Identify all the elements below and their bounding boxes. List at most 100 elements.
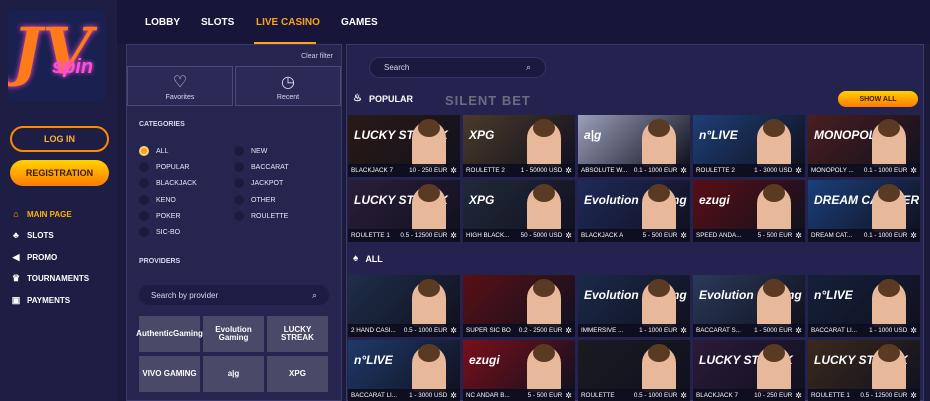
provider-xpg[interactable]: XPG — [267, 356, 328, 392]
category-label: BLACKJACK — [156, 179, 197, 187]
game-card[interactable]: LUCKY STREAK ROULETTE 1 0.5 - 12500 EUR ✲ — [348, 180, 460, 242]
radio-indicator — [234, 162, 244, 172]
game-card[interactable]: n°LIVE BACCARAT LI... 1 - 1000 USD ✲ — [808, 275, 920, 337]
game-card[interactable]: ROULETTE 0.5 - 1000 EUR ✲ — [578, 340, 690, 401]
game-info-bar: DREAM CAT... 0.1 - 1000 EUR ✲ — [808, 229, 920, 242]
dealer-image — [412, 119, 446, 167]
registration-button[interactable]: REGISTRATION — [10, 160, 109, 186]
category-keno[interactable]: KENO — [139, 194, 176, 206]
game-thumbnail: n°LIVE — [693, 115, 805, 167]
all-title: ALL — [365, 253, 383, 264]
game-search-input[interactable]: Search ⌕ — [369, 57, 546, 78]
clear-filter-link[interactable]: Clear filter — [301, 53, 333, 60]
provider-evolution-gaming[interactable]: Evolution Gaming — [203, 316, 264, 352]
provider-vivo-gaming[interactable]: VIVO GAMING — [139, 356, 200, 392]
game-card[interactable]: XPG ROULETTE 2 1 - 50000 USD ✲ — [463, 115, 575, 177]
category-jackpot[interactable]: JACKPOT — [234, 177, 283, 189]
provider-authenticgaming[interactable]: AuthenticGaming — [136, 316, 203, 352]
category-baccarat[interactable]: BACCARAT — [234, 161, 289, 173]
game-card[interactable]: ezugi SPEED ANDA... 5 - 500 EUR ✲ — [693, 180, 805, 242]
dealer-image — [872, 344, 906, 392]
login-button[interactable]: LOG IN — [10, 126, 109, 152]
game-card[interactable]: ezugi NC ANDAR B... 5 - 500 EUR ✲ — [463, 340, 575, 401]
chip-icon: ✲ — [680, 166, 687, 175]
game-thumbnail: Evolution Gaming — [578, 275, 690, 327]
bet-limit: 1 - 3000 USD — [409, 392, 448, 399]
game-card[interactable]: Evolution Gaming IMMERSIVE ... 1 - 1000 EU… — [578, 275, 690, 337]
game-info-bar: SUPER SIC BO 0.2 - 2500 EUR ✲ — [463, 324, 575, 337]
game-card[interactable]: LUCKY STREAK ROULETTE 1 0.5 - 12500 EUR ✲ — [808, 340, 920, 401]
game-name: 2 HAND CASI... — [351, 327, 396, 334]
site-logo[interactable]: JV spin — [8, 10, 106, 102]
game-info-bar: BLACKJACK A 5 - 500 EUR ✲ — [578, 229, 690, 242]
category-popular[interactable]: POPULAR — [139, 161, 189, 173]
radio-indicator — [139, 146, 149, 156]
dealer-image — [642, 344, 676, 392]
bet-limit: 50 - 5000 USD — [520, 232, 563, 239]
game-card[interactable]: 2 HAND CASI... 0.5 - 1000 EUR ✲ — [348, 275, 460, 337]
category-all[interactable]: ALL — [139, 145, 168, 157]
category-label: JACKPOT — [251, 179, 284, 187]
game-name: ROULETTE 2 — [466, 167, 505, 174]
game-card[interactable]: Evolution Gaming BACCARAT S... 1 - 5000 EU… — [693, 275, 805, 337]
bet-limit: 0.5 - 1000 EUR — [633, 392, 678, 399]
category-poker[interactable]: POKER — [139, 210, 181, 222]
chip-icon: ✲ — [450, 231, 457, 240]
provider-search-input[interactable]: Search by provider ⌕ — [139, 285, 329, 305]
game-name: BACCARAT S... — [696, 327, 741, 334]
tab-slots[interactable]: SLOTS — [201, 0, 234, 44]
game-card[interactable]: n°LIVE ROULETTE 2 1 - 3000 USD ✲ — [693, 115, 805, 177]
tab-lobby[interactable]: LOBBY — [145, 0, 180, 44]
bet-limit: 0.1 - 1000 EUR — [863, 232, 908, 239]
game-card[interactable]: LUCKY STREAK BLACKJACK 7 10 - 250 EUR ✲ — [693, 340, 805, 401]
game-card[interactable]: Evolution Gaming BLACKJACK A 5 - 500 EUR ✲ — [578, 180, 690, 242]
provider-ag[interactable]: a|g — [203, 356, 264, 392]
game-thumbnail: Evolution Gaming — [693, 275, 805, 327]
game-card[interactable]: MONOPOLY MONOPOLY ... 0.1 - 1000 EUR ✲ — [808, 115, 920, 177]
game-card[interactable]: XPG HIGH BLACK... 50 - 5000 USD ✲ — [463, 180, 575, 242]
sidebar-item-tournaments[interactable]: ♛ TOURNAMENTS — [10, 271, 89, 285]
game-card[interactable]: a|g ABSOLUTE W... 0.1 - 1000 EUR ✲ — [578, 115, 690, 177]
game-info-bar: IMMERSIVE ... 1 - 1000 EUR ✲ — [578, 324, 690, 337]
tab-live-casino[interactable]: LIVE CASINO — [256, 0, 320, 44]
game-info-bar: ABSOLUTE W... 0.1 - 1000 EUR ✲ — [578, 164, 690, 177]
category-sic-bo[interactable]: SIC-BO — [139, 226, 180, 238]
game-name: SUPER SIC BO — [466, 327, 511, 334]
favorites-button[interactable]: ♡ Favorites — [127, 66, 233, 106]
game-card[interactable]: SUPER SIC BO 0.2 - 2500 EUR ✲ — [463, 275, 575, 337]
game-name: ABSOLUTE W... — [581, 167, 628, 174]
heart-icon: ♡ — [172, 73, 188, 91]
chip-icon: ✲ — [795, 391, 802, 400]
sidebar-item-slots[interactable]: ♣ SLOTS — [10, 228, 54, 242]
tab-games[interactable]: GAMES — [341, 0, 378, 44]
chip-icon: ✲ — [795, 166, 802, 175]
sidebar-item-main-page[interactable]: ⌂ MAIN PAGE — [10, 207, 72, 221]
category-roulette[interactable]: ROULETTE — [234, 210, 288, 222]
sidebar-item-label: PAYMENTS — [27, 295, 71, 305]
category-other[interactable]: OTHER — [234, 194, 276, 206]
sidebar-item-promo[interactable]: ◀ PROMO — [10, 250, 58, 264]
game-info-bar: BACCARAT S... 1 - 5000 EUR ✲ — [693, 324, 805, 337]
provider-logo: n°LIVE — [354, 353, 393, 367]
category-new[interactable]: NEW — [234, 145, 267, 157]
category-label: KENO — [156, 196, 176, 204]
game-thumbnail: XPG — [463, 180, 575, 232]
chip-icon: ✲ — [680, 326, 687, 335]
game-name: IMMERSIVE ... — [581, 327, 624, 334]
game-card[interactable]: LUCKY STREAK BLACKJACK 7 10 - 250 EUR ✲ — [348, 115, 460, 177]
game-card[interactable]: n°LIVE BACCARAT LI... 1 - 3000 USD ✲ — [348, 340, 460, 401]
recent-button[interactable]: ◷ Recent — [235, 66, 341, 106]
sidebar-item-label: TOURNAMENTS — [27, 273, 90, 283]
game-info-bar: MONOPOLY ... 0.1 - 1000 EUR ✲ — [808, 164, 920, 177]
sidebar-item-payments[interactable]: ▣ PAYMENTS — [10, 293, 70, 307]
chip-icon: ✲ — [910, 166, 917, 175]
dealer-image — [757, 184, 791, 232]
provider-lucky-streak[interactable]: LUCKY STREAK — [267, 316, 328, 352]
game-card[interactable]: DREAM CATCHER DREAM CAT... 0.1 - 1000 EUR ✲ — [808, 180, 920, 242]
popular-section-heading: ♨ POPULAR — [353, 93, 413, 104]
category-blackjack[interactable]: BLACKJACK — [139, 177, 197, 189]
sidebar-item-label: MAIN PAGE — [27, 209, 72, 219]
show-all-button[interactable]: SHOW ALL — [838, 91, 918, 107]
popular-title: POPULAR — [368, 93, 413, 104]
game-info-bar: BLACKJACK 7 10 - 250 EUR ✲ — [693, 389, 805, 401]
